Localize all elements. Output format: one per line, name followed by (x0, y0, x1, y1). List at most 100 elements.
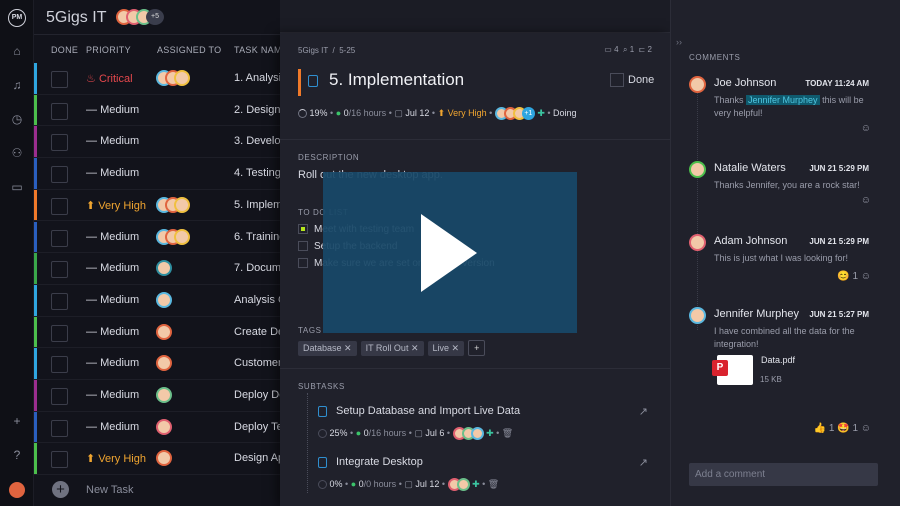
table-row[interactable]: ♨ Critical 1. Analysis (34, 63, 280, 95)
clock-icon[interactable]: ◷ (9, 111, 25, 127)
add-reaction-icon[interactable]: ☺ (861, 123, 871, 134)
done-checkbox[interactable] (610, 73, 624, 87)
assignees[interactable] (156, 387, 172, 403)
priority-cell[interactable]: — Medium (86, 135, 139, 147)
task-name[interactable]: Analysis Complete (234, 294, 280, 306)
table-row[interactable]: ⬆ Very High 5. Implementation (34, 189, 280, 222)
add-reaction-icon[interactable]: ☺ (861, 423, 871, 434)
done-checkbox[interactable] (51, 102, 68, 120)
done-checkbox[interactable] (51, 451, 68, 469)
assignees[interactable] (156, 355, 172, 372)
new-task-button[interactable]: New Task (86, 484, 133, 496)
briefcase-icon[interactable]: ▭ (9, 179, 25, 195)
table-row[interactable]: — Medium 4. Testing (34, 158, 280, 190)
subtask[interactable]: Setup Database and Import Live Data ↗ 25… (318, 405, 648, 450)
task-name[interactable]: 4. Testing (234, 167, 280, 179)
member-avatars[interactable]: +5 (116, 9, 164, 25)
task-name[interactable]: 1. Analysis (234, 72, 280, 84)
assignees[interactable] (156, 323, 172, 340)
video-play-overlay[interactable] (323, 172, 577, 333)
priority-cell[interactable]: — Medium (86, 294, 139, 306)
done-checkbox[interactable] (51, 71, 68, 88)
task-name[interactable]: 5. Implementation (234, 199, 280, 211)
table-row[interactable]: — Medium Deploy Dev (34, 380, 280, 412)
table-row[interactable]: — Medium Customer (34, 348, 280, 380)
add-reaction-icon[interactable]: ☺ (861, 195, 871, 206)
add-reaction-icon[interactable]: ☺ (861, 271, 871, 282)
done-checkbox[interactable] (51, 388, 68, 405)
priority-cell[interactable]: — Medium (86, 167, 139, 179)
priority-cell[interactable]: — Medium (86, 421, 139, 433)
trash-icon[interactable]: 🗑 (488, 479, 499, 489)
assignees[interactable] (156, 291, 172, 308)
priority-cell[interactable]: — Medium (86, 262, 139, 274)
done-checkbox[interactable] (51, 419, 68, 437)
priority-cell[interactable]: — Medium (86, 231, 139, 243)
table-row[interactable]: ⬆ Very High Design App (34, 443, 280, 476)
priority-cell[interactable]: — Medium (86, 389, 139, 401)
add-task-icon[interactable]: + (52, 481, 69, 498)
col-done[interactable]: DONE (51, 45, 78, 55)
task-title[interactable]: 5. Implementation (329, 70, 464, 90)
assignees[interactable] (156, 228, 190, 245)
users-icon[interactable]: ⚇ (9, 145, 25, 161)
subtask[interactable]: Integrate Desktop ↗ 0% • ● 0/0 hours • ▢… (318, 456, 648, 501)
tag[interactable]: IT Roll Out ✕ (360, 341, 424, 356)
priority-cell[interactable]: ⬆ Very High (86, 452, 146, 465)
open-external-icon[interactable]: ↗ (639, 405, 648, 418)
task-name[interactable]: 6. Training (234, 231, 280, 243)
task-name[interactable]: 3. Development (234, 135, 280, 147)
done-checkbox[interactable] (51, 166, 68, 184)
progress-value[interactable]: 19% (310, 108, 328, 118)
table-row[interactable]: — Medium Create Design (34, 316, 280, 349)
task-name[interactable]: Design App (234, 452, 280, 464)
plus-icon[interactable]: + (9, 413, 25, 429)
bell-icon[interactable]: ♫ (9, 77, 25, 93)
task-name[interactable]: Deploy Test (234, 421, 280, 433)
table-row[interactable]: — Medium 6. Training (34, 221, 280, 254)
task-name[interactable]: 2. Design (234, 104, 280, 116)
table-row[interactable]: — Medium Analysis Complete (34, 284, 280, 317)
open-external-icon[interactable]: ↗ (639, 456, 648, 469)
col-priority[interactable]: PRIORITY (86, 45, 131, 55)
file-name[interactable]: Data.pdf (761, 355, 795, 365)
add-tag-button[interactable]: + (468, 340, 486, 356)
comment-input[interactable]: Add a comment (689, 463, 878, 486)
user-avatar[interactable] (9, 482, 25, 498)
done-checkbox[interactable] (51, 197, 68, 215)
task-name[interactable]: Customer (234, 357, 280, 369)
task-name[interactable]: Create Design (234, 326, 280, 338)
assignees[interactable] (156, 70, 190, 86)
table-row[interactable]: — Medium 3. Development (34, 126, 280, 159)
table-row[interactable]: — Medium Deploy Test (34, 411, 280, 444)
priority-cell[interactable]: — Medium (86, 326, 139, 338)
help-icon[interactable]: ? (9, 447, 25, 463)
priority-value[interactable]: Very High (448, 108, 487, 118)
done-checkbox[interactable] (51, 324, 68, 342)
trash-icon[interactable]: 🗑 (502, 428, 513, 438)
priority-cell[interactable]: ⬆ Very High (86, 199, 146, 212)
priority-cell[interactable]: — Medium (86, 104, 139, 116)
done-checkbox[interactable] (51, 229, 68, 247)
due-date[interactable]: Jul 12 (405, 108, 429, 118)
home-icon[interactable]: ⌂ (9, 43, 25, 59)
assignees[interactable] (156, 196, 190, 213)
done-checkbox[interactable] (51, 356, 68, 374)
done-checkbox[interactable] (51, 261, 68, 279)
priority-cell[interactable]: — Medium (86, 357, 139, 369)
priority-cell[interactable]: ♨ Critical (86, 72, 133, 85)
tag[interactable]: Live ✕ (427, 341, 465, 356)
breadcrumb[interactable]: 5Gigs IT / 5-25 (298, 46, 355, 55)
table-row[interactable]: — Medium 7. Documentation (34, 253, 280, 285)
task-name[interactable]: 7. Documentation (234, 262, 280, 274)
assignees[interactable] (156, 418, 172, 435)
assignees[interactable] (156, 260, 172, 277)
done-checkbox[interactable] (51, 292, 68, 310)
col-assigned[interactable]: ASSIGNED TO (157, 45, 222, 55)
table-row[interactable]: — Medium 2. Design (34, 94, 280, 127)
add-assignee-icon[interactable]: ✚ (537, 108, 545, 118)
collapse-icon[interactable]: ›› (676, 37, 682, 47)
done-checkbox[interactable] (51, 134, 68, 152)
assignees[interactable] (156, 450, 172, 467)
status-value[interactable]: Doing (553, 108, 577, 118)
